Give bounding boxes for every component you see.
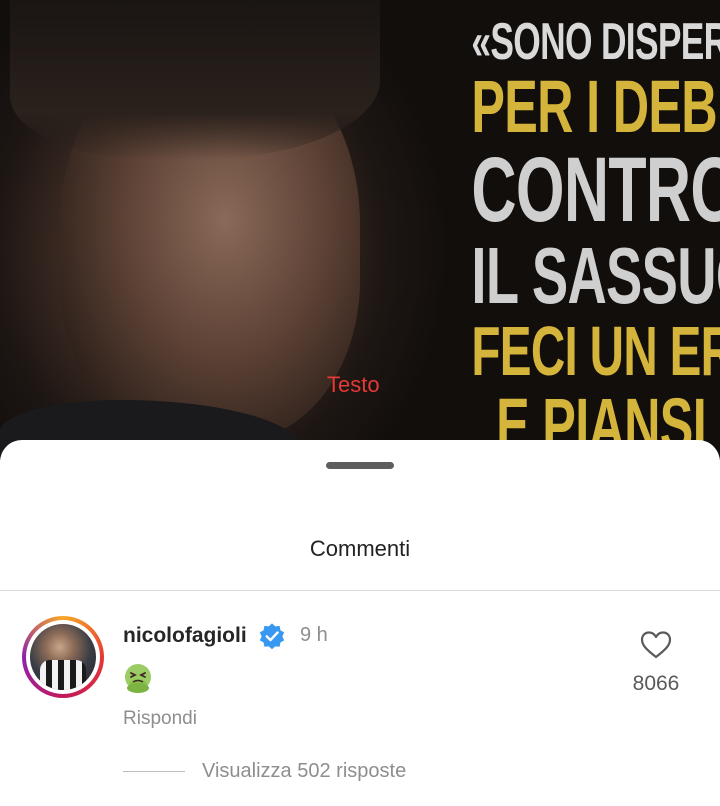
reply-button[interactable]: Rispondi: [123, 708, 197, 730]
comments-sheet: Commenti nicolofagioli 9 h Rispondi 8066…: [0, 440, 720, 806]
sheet-divider: [0, 590, 720, 591]
headline-line-1: «SONO DISPERATO: [471, 13, 720, 71]
overlay-text: Testo: [327, 372, 380, 397]
avatar[interactable]: [22, 616, 104, 698]
sheet-title: Commenti: [309, 536, 411, 561]
comment-username[interactable]: nicolofagioli: [123, 624, 247, 648]
avatar-image: [30, 624, 96, 690]
comment-time: 9 h: [300, 624, 328, 646]
avatar-jersey: [40, 660, 86, 690]
sheet-drag-handle[interactable]: [326, 462, 394, 469]
avatar-border: [26, 620, 100, 694]
player-hair-image: [10, 0, 380, 160]
like-count: 8066: [632, 672, 680, 695]
headline-line-4: IL SASSUOLO: [471, 231, 720, 320]
headline-line-5: FECI UN ERRORE: [471, 312, 720, 390]
view-replies-divider: [123, 771, 185, 772]
post-image: «SONO DISPERATO PER I DEBITI. CONTRO IL …: [0, 0, 720, 460]
nauseated-face-emoji: [125, 664, 151, 693]
headline-line-3: CONTRO: [471, 139, 720, 241]
headline-line-2: PER I DEBITI.: [471, 65, 720, 148]
view-replies-button[interactable]: Visualizza 502 risposte: [202, 760, 406, 783]
heart-outline-icon[interactable]: [640, 630, 672, 660]
post-headline: «SONO DISPERATO PER I DEBITI. CONTRO IL …: [361, 10, 720, 460]
verified-badge-icon: [259, 623, 285, 650]
